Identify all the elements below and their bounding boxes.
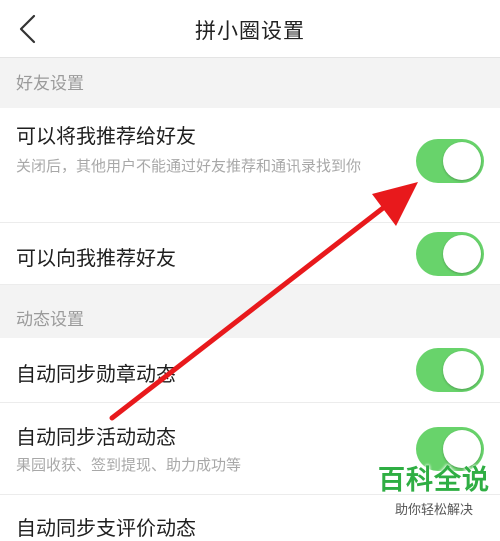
watermark-title: 百科全说 bbox=[378, 465, 490, 496]
watermark-subtitle: 助你轻松解决 bbox=[394, 503, 473, 518]
nav-bar: 拼小圈设置 bbox=[0, 0, 500, 58]
setting-title: 可以向我推荐好友 bbox=[16, 246, 176, 270]
toggle-knob bbox=[443, 235, 481, 273]
page-title: 拼小圈设置 bbox=[195, 19, 305, 43]
section-header-moments: 动态设置 bbox=[0, 285, 500, 338]
setting-title: 可以将我推荐给好友 bbox=[16, 124, 196, 148]
setting-description: 关闭后，其他用户不能通过好友推荐和通讯录找到你 bbox=[16, 157, 362, 175]
setting-row-sync-badges: 自动同步勋章动态 bbox=[0, 338, 500, 403]
watermark-logo: 百科全说 助你轻松解决 bbox=[374, 458, 494, 518]
toggle-knob bbox=[443, 142, 481, 180]
setting-title: 自动同步支评价动态 bbox=[16, 516, 196, 540]
setting-title: 自动同步勋章动态 bbox=[16, 362, 176, 386]
setting-row-recommend-me: 可以将我推荐给好友 关闭后，其他用户不能通过好友推荐和通讯录找到你 bbox=[0, 108, 500, 223]
setting-title: 自动同步活动动态 bbox=[16, 425, 176, 449]
setting-description: 果园收获、签到提现、助力成功等 bbox=[16, 456, 242, 474]
toggle-recommend-me[interactable] bbox=[416, 139, 484, 183]
toggle-sync-badges[interactable] bbox=[416, 348, 484, 392]
toggle-knob bbox=[443, 351, 481, 389]
setting-row-recommend-to-me: 可以向我推荐好友 bbox=[0, 223, 500, 285]
section-header-friends: 好友设置 bbox=[0, 58, 500, 108]
toggle-recommend-to-me[interactable] bbox=[416, 232, 484, 276]
